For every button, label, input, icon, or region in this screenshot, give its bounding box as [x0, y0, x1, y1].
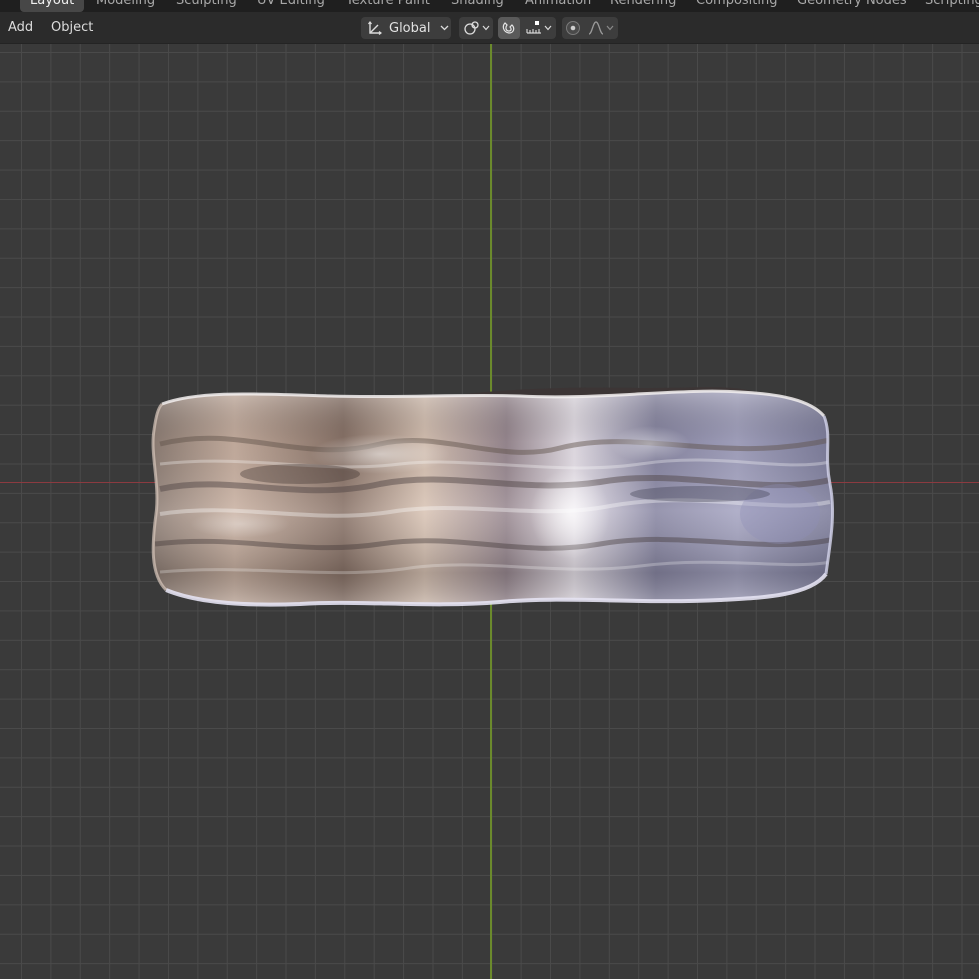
falloff-dropdown[interactable] [584, 17, 616, 39]
menu-add[interactable]: Add [8, 18, 33, 38]
tab-uv-editing[interactable]: UV Editing [247, 0, 335, 12]
wrinkled-ring-object[interactable] [0, 44, 979, 979]
pivot-point-icon [463, 20, 481, 36]
snap-controls [498, 17, 556, 39]
workspace-tabs: Layout Modeling Sculpting UV Editing Tex… [0, 0, 979, 12]
viewport-header: Add Object Global [0, 12, 979, 44]
tab-modeling[interactable]: Modeling [86, 0, 165, 12]
proportional-edit-controls [562, 17, 618, 39]
falloff-curve-icon [587, 20, 605, 36]
chevron-down-icon [440, 25, 449, 31]
orientation-gizmo-icon [367, 20, 383, 36]
proportional-edit-icon [565, 20, 581, 36]
pivot-chevron-icon [482, 25, 490, 31]
snap-toggle[interactable] [498, 17, 520, 39]
tab-shading[interactable]: Shading [441, 0, 514, 12]
tab-sculpting[interactable]: Sculpting [166, 0, 247, 12]
tab-animation[interactable]: Animation [515, 0, 601, 12]
snap-chevron-icon [544, 25, 552, 31]
snap-target-dropdown[interactable] [520, 17, 556, 39]
falloff-chevron-icon [606, 25, 614, 31]
proportional-edit-toggle[interactable] [562, 17, 584, 39]
tab-geometry-nodes[interactable]: Geometry Nodes [787, 0, 917, 12]
tab-scripting[interactable]: Scripting [915, 0, 979, 12]
transform-orientation-dropdown[interactable]: Global [361, 17, 451, 39]
transform-orientation-value: Global [389, 20, 431, 36]
tab-rendering[interactable]: Rendering [600, 0, 686, 12]
tab-layout[interactable]: Layout [20, 0, 85, 12]
blender-window: Layout Modeling Sculpting UV Editing Tex… [0, 0, 979, 979]
magnet-icon [501, 20, 517, 36]
pivot-point-dropdown[interactable] [459, 17, 493, 39]
snap-increment-icon [525, 20, 543, 36]
tab-texture-paint[interactable]: Texture Paint [336, 0, 440, 12]
tab-compositing[interactable]: Compositing [686, 0, 788, 12]
menu-object[interactable]: Object [51, 18, 93, 38]
3d-viewport[interactable] [0, 44, 979, 979]
